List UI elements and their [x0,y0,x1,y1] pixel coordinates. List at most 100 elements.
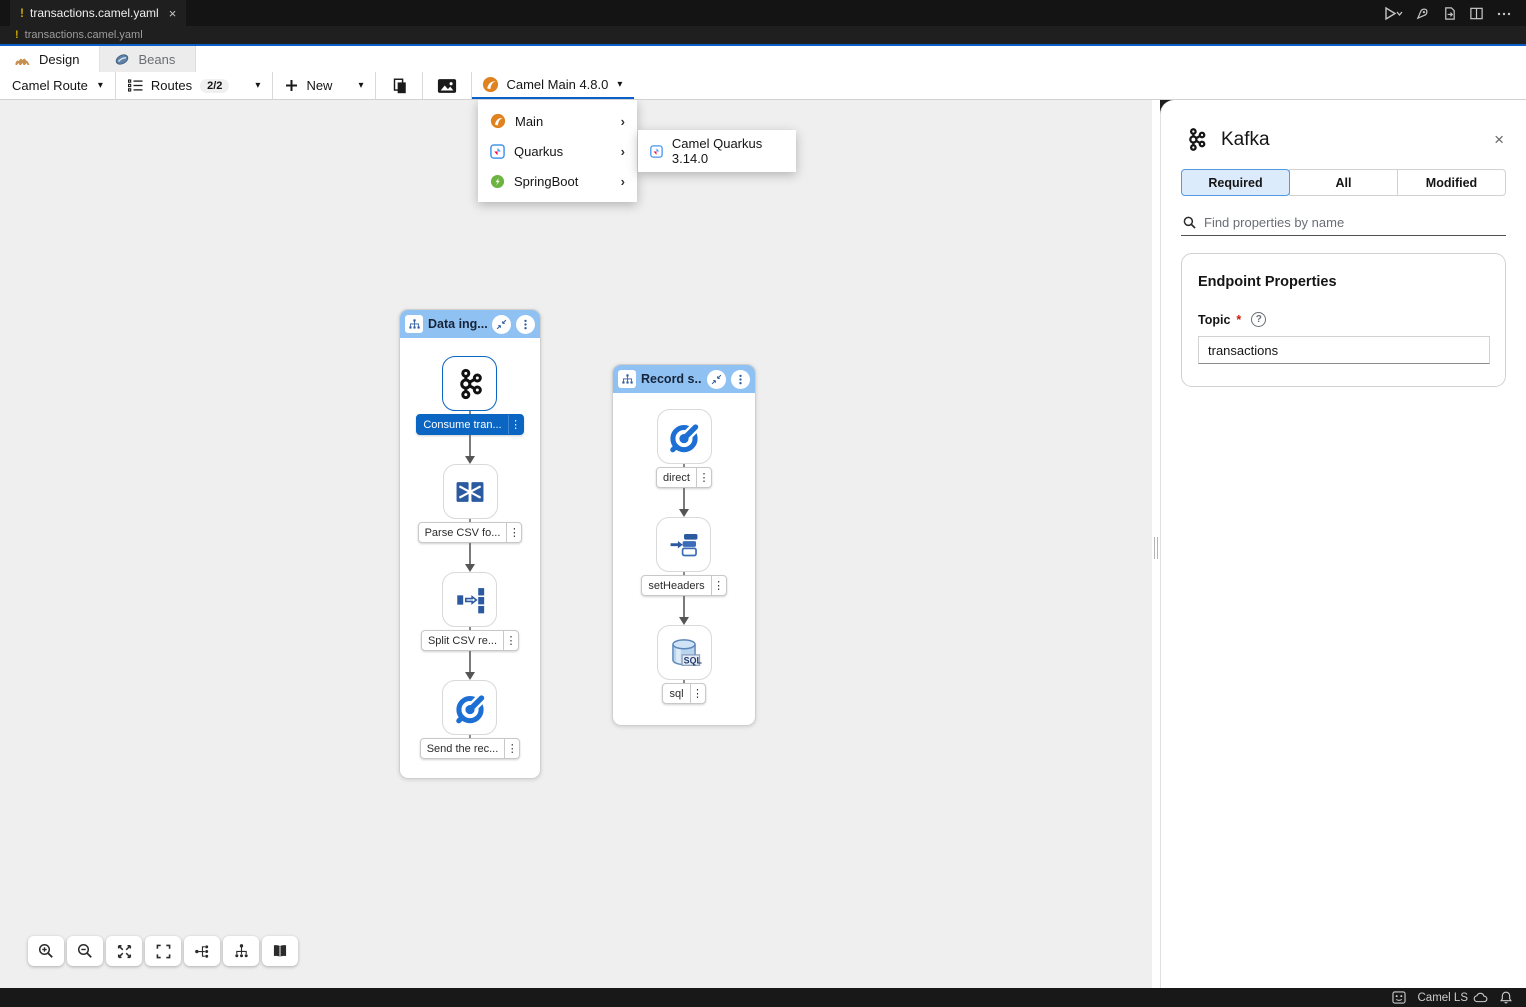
new-label: New [306,78,332,93]
deploy-rocket-icon[interactable] [1415,6,1430,21]
step-label-direct[interactable]: direct ⋮ [656,467,712,488]
filter-tab-all[interactable]: All [1289,169,1398,196]
step-kebab-icon[interactable]: ⋮ [508,415,523,434]
properties-panel: Kafka × Required All Modified Endpoint P… [1160,100,1526,988]
group-header[interactable]: Data ing... [400,310,540,338]
runtime-menu-item-quarkus[interactable]: Quarkus › [478,136,637,166]
step-label-split[interactable]: Split CSV re... ⋮ [421,630,519,651]
step-kebab-icon[interactable]: ⋮ [503,631,518,650]
marshal-icon [453,475,487,509]
run-dropdown-icon[interactable] [1383,6,1403,21]
topic-label: Topic [1198,313,1230,327]
group-kebab-icon[interactable] [731,370,750,389]
step-kebab-icon[interactable]: ⋮ [504,739,519,758]
step-kebab-icon[interactable]: ⋮ [506,523,521,542]
tab-title: transactions.camel.yaml [30,6,159,20]
kafka-icon [452,366,488,402]
tab-beans[interactable]: Beans [100,46,196,72]
routes-list-button[interactable]: Routes 2/2 [116,72,242,99]
layout-vertical-button[interactable] [223,936,259,966]
fullscreen-button[interactable] [145,936,181,966]
connector-arrow [679,596,689,625]
help-icon[interactable]: ? [1251,312,1266,327]
connector-arrow [465,543,475,572]
node-direct[interactable] [657,409,712,464]
catalog-icon [272,944,288,958]
node-kafka[interactable] [442,356,497,411]
fit-to-screen-button[interactable] [106,936,142,966]
status-bar: Camel LS [0,988,1526,1007]
split-icon [453,583,487,617]
step-label-setheaders[interactable]: setHeaders ⋮ [641,575,726,596]
step-kebab-icon[interactable]: ⋮ [711,576,726,595]
property-search-input[interactable] [1204,215,1504,230]
node-split[interactable] [442,572,497,627]
catalog-button[interactable] [262,936,298,966]
route-group-data-ingestion[interactable]: Data ing... Consume tran... ⋮ [399,309,541,779]
springboot-icon [490,174,505,189]
menu-item-label: SpringBoot [514,174,578,189]
runtime-selector-toggle[interactable]: Camel Main 4.8.0 ▾ [472,72,634,99]
route-group-record-storage[interactable]: Record s... direct ⋮ [612,364,756,726]
filter-tab-required[interactable]: Required [1181,169,1290,196]
close-tab-icon[interactable]: × [169,6,177,21]
tab-design[interactable]: Design [0,46,100,72]
group-header[interactable]: Record s... [613,365,755,393]
runtime-menu-item-springboot[interactable]: SpringBoot › [478,166,637,196]
dsl-selector-dropdown[interactable]: Camel Route ▾ [0,72,116,99]
set-headers-icon [667,528,701,562]
route-icon [618,370,636,388]
node-marshal[interactable] [443,464,498,519]
runtime-menu-item-main[interactable]: Main › [478,106,637,136]
topic-input[interactable] [1198,336,1490,364]
dsl-selector-label: Camel Route [12,78,88,93]
panel-title: Kafka [1221,129,1270,151]
section-title: Endpoint Properties [1198,274,1489,290]
notifications-bell-icon[interactable] [1500,991,1512,1004]
step-label-parse[interactable]: Parse CSV fo... ⋮ [418,522,523,543]
zoom-out-button[interactable] [67,936,103,966]
editor-tab[interactable]: ! transactions.camel.yaml × [10,0,186,26]
camel-ls-label: Camel LS [1418,992,1469,1004]
layout-vertical-icon [234,943,249,959]
layout-horizontal-button[interactable] [184,936,220,966]
collapse-group-icon[interactable] [492,315,511,334]
node-sql[interactable]: SQL [657,625,712,680]
collapse-group-icon[interactable] [707,370,726,389]
panel-resize-handle[interactable] [1152,100,1160,988]
node-set-headers[interactable] [656,517,711,572]
new-route-button[interactable]: New [273,72,344,99]
connector-arrow [465,435,475,464]
chevron-down-icon: ▾ [358,80,363,91]
breadcrumb[interactable]: ! transactions.camel.yaml [0,26,1526,44]
export-image-button[interactable] [423,72,472,99]
split-editor-icon[interactable] [1469,6,1484,21]
open-source-icon[interactable] [1442,6,1457,21]
close-panel-icon[interactable]: × [1494,131,1504,148]
connector-arrow [679,488,689,517]
group-kebab-icon[interactable] [516,315,535,334]
runtime-submenu-item-quarkus-version[interactable]: Camel Quarkus 3.14.0 [638,134,796,168]
step-label-sql[interactable]: sql ⋮ [662,683,705,704]
feedback-grid-icon[interactable] [1392,991,1406,1004]
runtime-submenu: Camel Quarkus 3.14.0 [638,130,796,172]
step-label-consume[interactable]: Consume tran... ⋮ [416,414,523,435]
zoom-in-button[interactable] [28,936,64,966]
camel-ls-status[interactable]: Camel LS [1418,992,1489,1004]
step-kebab-icon[interactable]: ⋮ [696,468,711,487]
menu-item-label: Quarkus [514,144,563,159]
filter-tab-modified[interactable]: Modified [1397,169,1506,196]
copy-flows-button[interactable] [376,72,423,99]
routes-count-badge: 2/2 [200,79,229,93]
flow-canvas[interactable]: Main › Quarkus › SpringBoot › Camel Quar… [0,100,1152,988]
view-tabs: Design Beans [0,44,1526,72]
property-filter-tabs: Required All Modified [1181,169,1506,196]
tab-beans-label: Beans [138,52,175,67]
step-label-send[interactable]: Send the rec... ⋮ [420,738,521,759]
new-dropdown-toggle[interactable]: ▾ [344,72,376,99]
node-direct-send[interactable] [442,680,497,735]
property-search[interactable] [1181,211,1506,236]
step-kebab-icon[interactable]: ⋮ [690,684,705,703]
more-actions-icon[interactable] [1496,6,1512,21]
routes-dropdown-toggle[interactable]: ▾ [241,72,273,99]
